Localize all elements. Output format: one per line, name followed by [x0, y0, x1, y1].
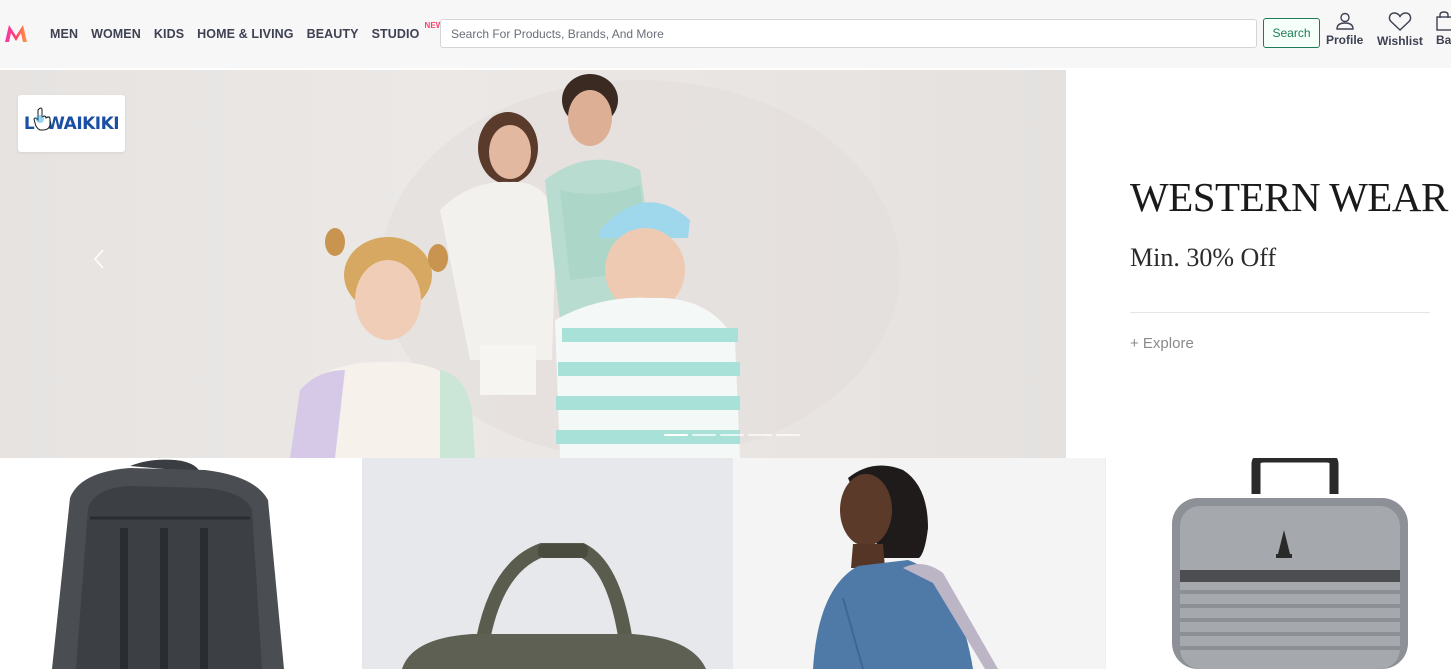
wishlist-label: Wishlist: [1377, 34, 1423, 48]
nav-men[interactable]: MEN: [50, 27, 78, 41]
hero-banner[interactable]: LCWAIKIKI: [0, 70, 1066, 458]
promo-subtitle: Min. 30% Off: [1130, 243, 1277, 272]
top-header: MEN WOMEN KIDS HOME & LIVING BEAUTY STUD…: [0, 0, 1451, 68]
nav-kids[interactable]: KIDS: [154, 27, 184, 41]
family-photo: [290, 74, 900, 458]
promo-panel[interactable]: WESTERN WEAR Min. 30% Off + Explore: [1066, 70, 1451, 458]
search-button[interactable]: Search: [1263, 18, 1320, 48]
carousel-dots: [664, 434, 804, 436]
main-nav: MEN WOMEN KIDS HOME & LIVING BEAUTY STUD…: [50, 21, 444, 41]
nav-women[interactable]: WOMEN: [91, 27, 141, 41]
bag-button[interactable]: Ba: [1436, 11, 1451, 47]
carousel-dot[interactable]: [692, 434, 716, 436]
duffel-bag-image: [402, 543, 706, 669]
user-icon: [1335, 12, 1354, 30]
chevron-left-icon[interactable]: [92, 247, 106, 271]
backpack-image: [52, 459, 284, 669]
suitcase-image: [1172, 458, 1408, 669]
profile-label: Profile: [1326, 33, 1364, 47]
hand-cursor-icon: [33, 107, 51, 131]
carousel-dot[interactable]: [776, 434, 800, 436]
model-with-bag-image: [813, 465, 998, 669]
bag-icon: [1436, 11, 1451, 31]
nav-beauty[interactable]: BEAUTY: [307, 27, 359, 41]
product-tile-backpack[interactable]: [0, 458, 362, 669]
product-tile-suitcase[interactable]: [1105, 458, 1451, 669]
nav-studio[interactable]: STUDIO NEW: [371, 21, 444, 41]
nav-studio-label: STUDIO: [371, 27, 420, 41]
nav-home-living[interactable]: HOME & LIVING: [197, 27, 293, 41]
product-tile-duffel-bag[interactable]: [362, 458, 733, 669]
bag-label: Ba: [1436, 33, 1451, 47]
product-tile-model-bag[interactable]: [733, 458, 1105, 669]
search-box: [440, 19, 1257, 48]
heart-icon: [1388, 12, 1412, 31]
promo-title: WESTERN WEAR: [1130, 174, 1448, 220]
carousel-dot[interactable]: [748, 434, 772, 436]
product-tiles: [0, 458, 1451, 669]
carousel-dot[interactable]: [664, 434, 688, 436]
explore-link[interactable]: + Explore: [1130, 335, 1194, 352]
profile-button[interactable]: Profile: [1326, 11, 1363, 47]
promo-divider: [1130, 312, 1430, 313]
myntra-logo-icon[interactable]: [4, 22, 28, 44]
carousel-dot[interactable]: [720, 434, 744, 436]
wishlist-button[interactable]: Wishlist: [1377, 11, 1423, 48]
search-input[interactable]: [451, 26, 1256, 41]
